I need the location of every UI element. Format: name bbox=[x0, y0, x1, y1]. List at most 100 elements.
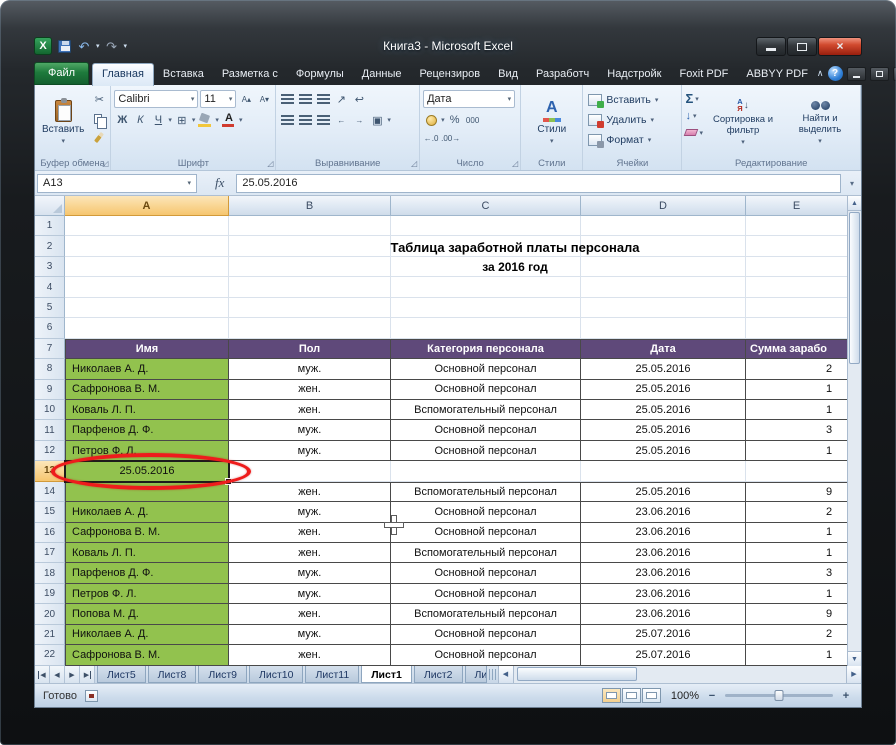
workbook-minimize-button[interactable] bbox=[847, 67, 866, 81]
normal-view-button[interactable] bbox=[602, 688, 621, 703]
empty-cell[interactable] bbox=[229, 277, 391, 297]
cell-A11[interactable]: Парфенов Д. Ф. bbox=[65, 420, 229, 440]
cell-C18[interactable]: Основной персонал bbox=[391, 563, 581, 583]
orientation-icon[interactable]: ↗ bbox=[333, 91, 349, 108]
cell-D21[interactable]: 25.07.2016 bbox=[581, 625, 746, 645]
workbook-close-button[interactable]: × bbox=[893, 67, 896, 81]
sheet-tab-3[interactable]: Лист10 bbox=[249, 666, 304, 683]
row-header-16[interactable]: 16 bbox=[35, 523, 65, 543]
cell-E17[interactable]: 1 bbox=[746, 543, 847, 563]
row-header-19[interactable]: 19 bbox=[35, 584, 65, 604]
cell-E19[interactable]: 1 bbox=[746, 584, 847, 604]
maximize-button[interactable] bbox=[787, 37, 817, 56]
cell-C14[interactable]: Вспомогательный персонал bbox=[391, 482, 581, 502]
clear-dropdown-icon[interactable]: ▾ bbox=[699, 129, 703, 137]
cell-C19[interactable]: Основной персонал bbox=[391, 584, 581, 604]
cell-C12[interactable]: Основной персонал bbox=[391, 441, 581, 461]
empty-cell[interactable] bbox=[391, 277, 581, 297]
column-header-A[interactable]: A bbox=[65, 196, 229, 216]
percent-format-icon[interactable]: % bbox=[447, 112, 463, 129]
decrease-indent-icon[interactable]: ← bbox=[333, 112, 349, 129]
cell-A16[interactable]: Сафронова В. М. bbox=[65, 523, 229, 543]
cell-E9[interactable]: 1 bbox=[746, 380, 847, 400]
cell-E13[interactable] bbox=[746, 461, 847, 481]
row-header-18[interactable]: 18 bbox=[35, 563, 65, 583]
table-header-0[interactable]: Имя bbox=[65, 339, 229, 359]
empty-cell[interactable] bbox=[581, 216, 746, 236]
undo-dropdown-icon[interactable]: ▾ bbox=[96, 42, 100, 50]
sheet-tab-2[interactable]: Лист9 bbox=[198, 666, 247, 683]
cell-B19[interactable]: муж. bbox=[229, 584, 391, 604]
horizontal-scroll-thumb[interactable] bbox=[517, 667, 637, 681]
styles-button[interactable]: А Стили ▾ bbox=[533, 89, 570, 155]
number-dialog-launcher[interactable]: ◿ bbox=[512, 160, 518, 168]
sheet-tab-0[interactable]: Лист5 bbox=[97, 666, 146, 683]
row-header-5[interactable]: 5 bbox=[35, 298, 65, 318]
column-header-E[interactable]: E bbox=[746, 196, 847, 216]
row-header-4[interactable]: 4 bbox=[35, 277, 65, 297]
insert-cells-button[interactable]: Вставить ▾ bbox=[586, 90, 678, 109]
clipboard-dialog-launcher[interactable]: ◿ bbox=[102, 160, 108, 168]
empty-cell[interactable] bbox=[229, 216, 391, 236]
cell-B14[interactable]: жен. bbox=[229, 482, 391, 502]
fill-down-icon[interactable]: ↓ bbox=[685, 110, 691, 122]
name-box-dropdown-icon[interactable]: ▾ bbox=[187, 179, 191, 187]
page-break-view-button[interactable] bbox=[642, 688, 661, 703]
ribbon-tab-4[interactable]: Формулы bbox=[287, 64, 353, 85]
currency-format-icon[interactable] bbox=[423, 112, 439, 129]
cell-A20[interactable]: Попова М. Д. bbox=[65, 604, 229, 624]
cell-D20[interactable]: 23.06.2016 bbox=[581, 604, 746, 624]
sheet-tab-5-active[interactable]: Лист1 bbox=[361, 666, 412, 683]
shrink-font-icon[interactable]: А▾ bbox=[256, 91, 272, 108]
excel-app-icon[interactable]: X bbox=[34, 37, 52, 55]
first-sheet-button[interactable]: ◀ bbox=[35, 666, 50, 683]
row-header-6[interactable]: 6 bbox=[35, 318, 65, 338]
empty-cell[interactable] bbox=[65, 298, 229, 318]
merge-dropdown-icon[interactable]: ▾ bbox=[387, 116, 391, 124]
font-dialog-launcher[interactable]: ◿ bbox=[267, 160, 273, 168]
font-color-icon[interactable]: А bbox=[221, 112, 237, 129]
align-middle-icon[interactable] bbox=[297, 91, 313, 108]
empty-cell[interactable] bbox=[391, 318, 581, 338]
cell-D22[interactable]: 25.07.2016 bbox=[581, 645, 746, 665]
ribbon-tab-9[interactable]: Надстройк bbox=[598, 64, 670, 85]
cell-D12[interactable]: 25.05.2016 bbox=[581, 441, 746, 461]
underline-dropdown-icon[interactable]: ▾ bbox=[168, 116, 172, 124]
empty-cell[interactable] bbox=[581, 277, 746, 297]
copy-icon[interactable] bbox=[91, 110, 107, 127]
empty-cell[interactable] bbox=[65, 216, 229, 236]
table-header-4[interactable]: Сумма зарабо bbox=[746, 339, 847, 359]
cell-C13[interactable] bbox=[391, 461, 581, 481]
sheet-tab-1[interactable]: Лист8 bbox=[148, 666, 197, 683]
cell-D11[interactable]: 25.05.2016 bbox=[581, 420, 746, 440]
ribbon-tab-file[interactable]: Файл bbox=[34, 62, 89, 85]
ribbon-tab-2[interactable]: Вставка bbox=[154, 64, 213, 85]
prev-sheet-button[interactable]: ◀ bbox=[50, 666, 65, 683]
ribbon-tab-6[interactable]: Рецензиров bbox=[411, 64, 490, 85]
scroll-up-icon[interactable]: ▲ bbox=[848, 196, 861, 211]
empty-cell[interactable] bbox=[746, 277, 847, 297]
row-header-17[interactable]: 17 bbox=[35, 543, 65, 563]
table-header-2[interactable]: Категория персонала bbox=[391, 339, 581, 359]
delete-cells-button[interactable]: Удалить ▾ bbox=[586, 110, 678, 129]
empty-cell[interactable] bbox=[391, 236, 581, 256]
cell-E15[interactable]: 2 bbox=[746, 502, 847, 522]
empty-cell[interactable] bbox=[229, 257, 391, 277]
sheet-tab-4[interactable]: Лист11 bbox=[305, 666, 359, 683]
cell-E11[interactable]: 3 bbox=[746, 420, 847, 440]
cell-C10[interactable]: Вспомогательный персонал bbox=[391, 400, 581, 420]
align-right-icon[interactable] bbox=[315, 112, 331, 129]
cell-E22[interactable]: 1 bbox=[746, 645, 847, 665]
row-header-12[interactable]: 12 bbox=[35, 441, 65, 461]
cell-B9[interactable]: жен. bbox=[229, 380, 391, 400]
cell-C22[interactable]: Основной персонал bbox=[391, 645, 581, 665]
help-icon[interactable]: ? bbox=[828, 66, 843, 81]
ribbon-tab-home[interactable]: Главная bbox=[92, 63, 154, 86]
cell-B16[interactable]: жен. bbox=[229, 523, 391, 543]
cell-E21[interactable]: 2 bbox=[746, 625, 847, 645]
font-color-dropdown-icon[interactable]: ▾ bbox=[239, 116, 243, 124]
cell-D16[interactable]: 23.06.2016 bbox=[581, 523, 746, 543]
bold-button[interactable]: Ж bbox=[114, 112, 130, 129]
cell-C21[interactable]: Основной персонал bbox=[391, 625, 581, 645]
align-top-icon[interactable] bbox=[279, 91, 295, 108]
